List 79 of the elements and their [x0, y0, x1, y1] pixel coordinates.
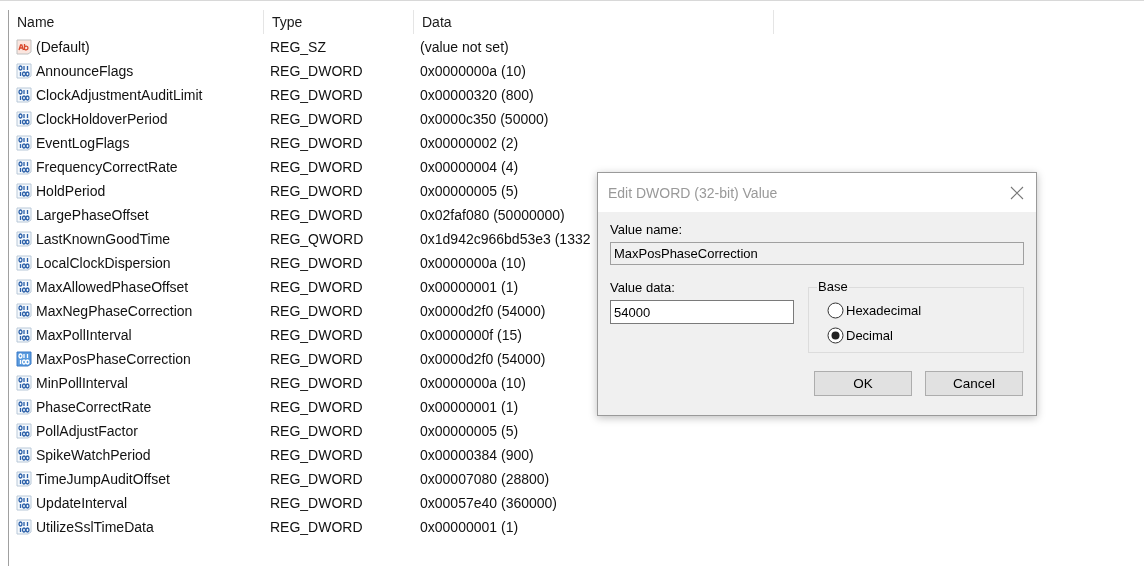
radio-icon[interactable]: [827, 327, 844, 344]
value-data: 0x00000001 (1): [420, 279, 519, 295]
value-name[interactable]: MaxNegPhaseCorrection: [36, 303, 193, 319]
value-type: REG_DWORD: [270, 471, 363, 487]
value-name[interactable]: LastKnownGoodTime: [36, 231, 171, 247]
value-name[interactable]: MaxPosPhaseCorrection: [36, 351, 191, 367]
field-label: Value name:: [610, 222, 684, 237]
value-type: REG_DWORD: [270, 303, 363, 319]
value-name[interactable]: UtilizeSslTimeData: [36, 519, 154, 535]
value-data: 0x0000000f (15): [420, 327, 522, 343]
group-label: Base: [817, 279, 849, 294]
value-type: REG_DWORD: [270, 183, 363, 199]
value-type: REG_DWORD: [270, 63, 363, 79]
column-header[interactable]: Data: [414, 10, 774, 34]
value-type: REG_DWORD: [270, 399, 363, 415]
value-name[interactable]: MinPollInterval: [36, 375, 128, 391]
value-data: 0x00000001 (1): [420, 399, 519, 415]
value-type: REG_SZ: [270, 39, 326, 55]
value-type: REG_DWORD: [270, 519, 363, 535]
radio-icon[interactable]: [827, 302, 844, 319]
close-icon[interactable]: [1010, 185, 1024, 200]
value-type: REG_DWORD: [270, 255, 363, 271]
value-data: 0x00000384 (900): [420, 447, 534, 463]
value-name[interactable]: TimeJumpAuditOffset: [36, 471, 170, 487]
value-data: 0x0000d2f0 (54000): [420, 351, 546, 367]
value-name[interactable]: HoldPeriod: [36, 183, 106, 199]
value-type: REG_DWORD: [270, 111, 363, 127]
dialog-title: Edit DWORD (32-bit) Value: [608, 184, 778, 201]
column-header[interactable]: Type: [264, 10, 414, 34]
value-type: REG_DWORD: [270, 423, 363, 439]
value-name-field[interactable]: MaxPosPhaseCorrection: [610, 242, 1024, 265]
value-data: 0x00000005 (5): [420, 183, 519, 199]
value-name[interactable]: LocalClockDispersion: [36, 255, 171, 271]
value-name[interactable]: AnnounceFlags: [36, 63, 134, 79]
value-name[interactable]: ClockAdjustmentAuditLimit: [36, 87, 203, 103]
value-type: REG_DWORD: [270, 279, 363, 295]
value-data: 0x1d942c966bd53e3 (1332: [420, 231, 591, 247]
value-name[interactable]: UpdateInterval: [36, 495, 128, 511]
value-data: 0x00000002 (2): [420, 135, 519, 151]
value-data: 0x00000001 (1): [420, 519, 519, 535]
field-label: Value data:: [610, 280, 676, 295]
column-header[interactable]: Name: [9, 10, 264, 34]
value-data: 0x0000000a (10): [420, 375, 526, 391]
value-data: (value not set): [420, 39, 509, 55]
value-name[interactable]: ClockHoldoverPeriod: [36, 111, 168, 127]
value-data-field[interactable]: 54000: [610, 300, 794, 324]
value-data: 0x02faf080 (50000000): [420, 207, 565, 223]
value-data: 0x00000004 (4): [420, 159, 519, 175]
value-data: 0x00057e40 (360000): [420, 495, 557, 511]
value-data: 0x00007080 (28800): [420, 471, 550, 487]
dialog-button[interactable]: Cancel: [925, 371, 1023, 396]
value-name[interactable]: SpikeWatchPeriod: [36, 447, 151, 463]
value-name[interactable]: PhaseCorrectRate: [36, 399, 152, 415]
value-type: REG_DWORD: [270, 351, 363, 367]
value-name[interactable]: FrequencyCorrectRate: [36, 159, 178, 175]
value-type: REG_QWORD: [270, 231, 364, 247]
value-name[interactable]: (Default): [36, 39, 90, 55]
value-type: REG_DWORD: [270, 327, 363, 343]
value-name[interactable]: LargePhaseOffset: [36, 207, 149, 223]
value-name[interactable]: PollAdjustFactor: [36, 423, 138, 439]
value-data: 0x0000d2f0 (54000): [420, 303, 546, 319]
value-data: 0x00000320 (800): [420, 87, 534, 103]
value-type: REG_DWORD: [270, 447, 363, 463]
radio-option[interactable]: Hexadecimal: [827, 302, 1023, 319]
radio-option[interactable]: Decimal: [827, 327, 1023, 344]
value-type: REG_DWORD: [270, 87, 363, 103]
value-type: REG_DWORD: [270, 159, 363, 175]
value-type: REG_DWORD: [270, 207, 363, 223]
value-name[interactable]: MaxPollInterval: [36, 327, 132, 343]
value-data: 0x00000005 (5): [420, 423, 519, 439]
value-name[interactable]: MaxAllowedPhaseOffset: [36, 279, 189, 295]
value-data: 0x0000000a (10): [420, 255, 526, 271]
value-data: 0x0000c350 (50000): [420, 111, 549, 127]
value-type: REG_DWORD: [270, 495, 363, 511]
value-type: REG_DWORD: [270, 135, 363, 151]
value-type: REG_DWORD: [270, 375, 363, 391]
value-name[interactable]: EventLogFlags: [36, 135, 130, 151]
dialog-button[interactable]: OK: [814, 371, 912, 396]
value-data: 0x0000000a (10): [420, 63, 526, 79]
